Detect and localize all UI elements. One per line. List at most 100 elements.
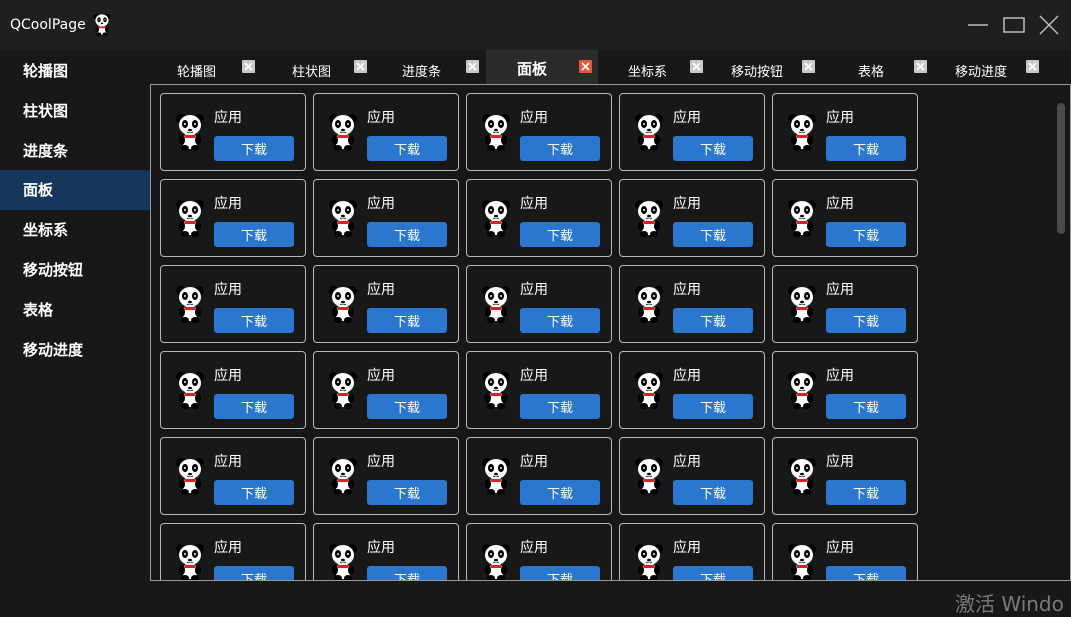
panda-icon [482,200,510,237]
panda-icon [176,286,204,323]
download-button[interactable]: 下载 [673,222,753,247]
download-button[interactable]: 下载 [520,566,600,580]
panda-icon [788,114,816,151]
download-button[interactable]: 下载 [673,136,753,161]
card-title: 应用 [673,454,701,470]
tab-bar-chart[interactable]: 柱状图 [262,50,374,84]
tab-close-icon[interactable] [242,60,255,73]
app-card: 应用 下载 [619,437,765,515]
app-card: 应用 下载 [313,523,459,580]
tab-label: 移动进度 [955,65,1008,80]
sidebar-item-table[interactable]: 表格 [0,290,150,330]
card-title: 应用 [673,110,701,126]
download-button[interactable]: 下载 [826,308,906,333]
download-button[interactable]: 下载 [826,566,906,580]
tab-carousel[interactable]: 轮播图 [150,50,262,84]
panda-icon [482,372,510,409]
panda-icon [176,458,204,495]
sidebar-item-progress[interactable]: 进度条 [0,131,150,171]
sidebar-item-bar-chart[interactable]: 柱状图 [0,91,150,131]
download-button[interactable]: 下载 [520,308,600,333]
title-bar: QCoolPage [0,0,1071,50]
tab-panel[interactable]: 面板 [486,50,598,84]
download-button[interactable]: 下载 [520,136,600,161]
tab-close-icon[interactable] [1026,60,1039,73]
card-title: 应用 [520,454,548,470]
tab-close-icon[interactable] [690,60,703,73]
app-card: 应用 下载 [772,93,918,171]
tab-label: 轮播图 [177,65,217,80]
panda-icon [482,458,510,495]
card-title: 应用 [214,454,242,470]
download-button[interactable]: 下载 [367,308,447,333]
download-button[interactable]: 下载 [214,480,294,505]
sidebar-item-panel[interactable]: 面板 [0,170,150,210]
app-card: 应用 下载 [466,523,612,580]
download-button[interactable]: 下载 [673,308,753,333]
tab-close-icon[interactable] [354,60,367,73]
download-button[interactable]: 下载 [826,222,906,247]
sidebar-item-carousel[interactable]: 轮播图 [0,51,150,91]
card-title: 应用 [673,368,701,384]
minimize-icon[interactable] [966,14,990,36]
app-card: 应用 下载 [313,265,459,343]
tab-coordinate[interactable]: 坐标系 [598,50,710,84]
download-button[interactable]: 下载 [520,480,600,505]
download-button[interactable]: 下载 [826,480,906,505]
app-card: 应用 下载 [619,179,765,257]
app-card: 应用 下载 [160,93,306,171]
maximize-icon[interactable] [1002,14,1026,36]
tab-close-icon[interactable] [466,60,479,73]
download-button[interactable]: 下载 [367,222,447,247]
download-button[interactable]: 下载 [367,480,447,505]
card-title: 应用 [826,540,854,556]
download-button[interactable]: 下载 [520,394,600,419]
app-card: 应用 下载 [772,523,918,580]
download-button[interactable]: 下载 [214,566,294,580]
tab-progress[interactable]: 进度条 [374,50,486,84]
app-card: 应用 下载 [466,265,612,343]
download-button[interactable]: 下载 [826,136,906,161]
vertical-scrollbar[interactable] [1057,103,1065,234]
tab-close-icon[interactable] [802,60,815,73]
tab-move-button[interactable]: 移动按钮 [710,50,822,84]
download-button[interactable]: 下载 [214,136,294,161]
card-title: 应用 [214,368,242,384]
app-card: 应用 下载 [466,179,612,257]
sidebar-item-move-button[interactable]: 移动按钮 [0,250,150,290]
card-title: 应用 [826,454,854,470]
tab-table[interactable]: 表格 [822,50,934,84]
download-button[interactable]: 下载 [367,566,447,580]
app-card: 应用 下载 [160,523,306,580]
app-card: 应用 下载 [160,179,306,257]
tab-close-icon[interactable] [579,60,592,73]
download-button[interactable]: 下载 [673,566,753,580]
panda-icon [329,286,357,323]
panda-icon [788,200,816,237]
card-title: 应用 [673,540,701,556]
panda-icon [329,200,357,237]
panda-icon [482,114,510,151]
app-card: 应用 下载 [619,351,765,429]
download-button[interactable]: 下载 [673,394,753,419]
app-card: 应用 下载 [619,523,765,580]
download-button[interactable]: 下载 [214,308,294,333]
sidebar-item-coordinate[interactable]: 坐标系 [0,210,150,250]
card-title: 应用 [673,196,701,212]
download-button[interactable]: 下载 [367,394,447,419]
download-button[interactable]: 下载 [367,136,447,161]
tab-move-progress[interactable]: 移动进度 [934,50,1046,84]
card-title: 应用 [520,282,548,298]
download-button[interactable]: 下载 [673,480,753,505]
download-button[interactable]: 下载 [214,222,294,247]
close-icon[interactable] [1037,14,1061,36]
download-button[interactable]: 下载 [214,394,294,419]
card-title: 应用 [367,454,395,470]
panda-icon [788,544,816,580]
sidebar-item-move-progress[interactable]: 移动进度 [0,330,150,370]
card-title: 应用 [826,368,854,384]
download-button[interactable]: 下载 [520,222,600,247]
tab-close-icon[interactable] [914,60,927,73]
tab-label: 坐标系 [628,65,668,80]
download-button[interactable]: 下载 [826,394,906,419]
